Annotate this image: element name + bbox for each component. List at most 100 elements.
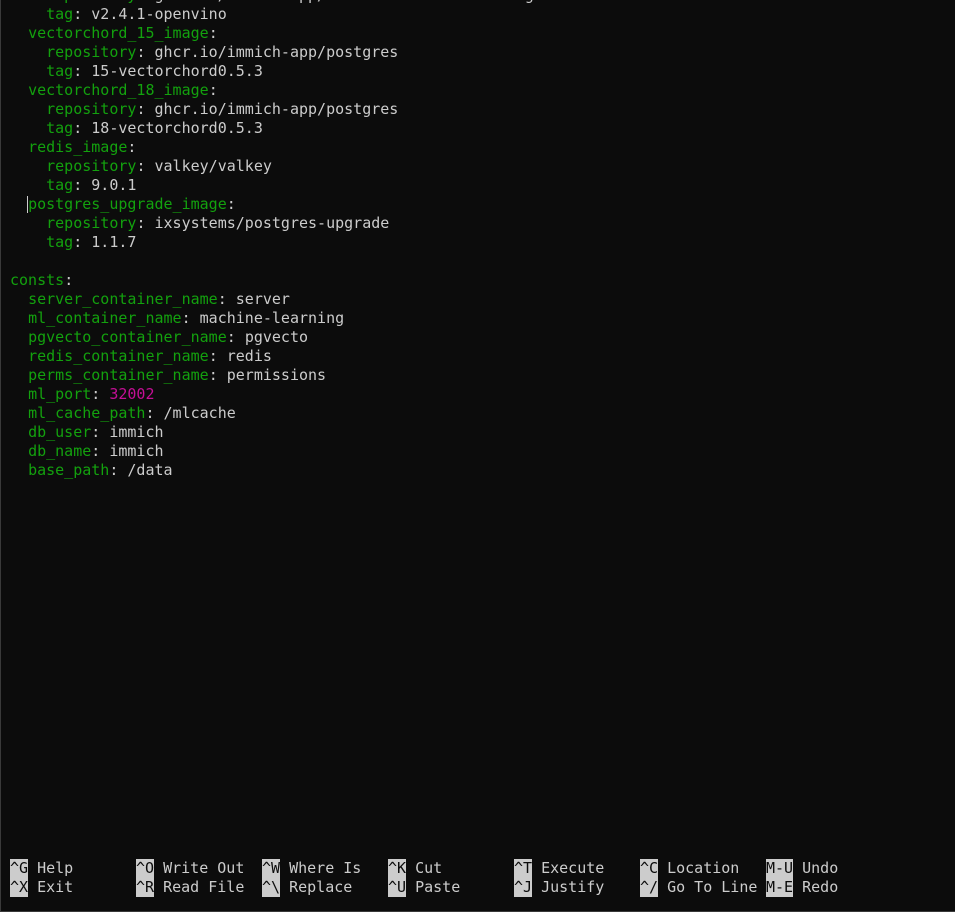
- editor-line: tag: 1.1.7: [10, 233, 955, 252]
- yaml-value: ixsystems/postgres-upgrade: [154, 214, 390, 232]
- yaml-separator: :: [181, 309, 200, 327]
- yaml-value: permissions: [226, 366, 327, 384]
- editor-line: perms_container_name: permissions: [10, 366, 955, 385]
- editor-line: redis_image:: [10, 138, 955, 157]
- yaml-separator: :: [91, 442, 110, 460]
- shortcut-key: ^U: [388, 878, 407, 897]
- yaml-value: /mlcache: [163, 404, 236, 422]
- editor-line: tag: 9.0.1: [10, 176, 955, 195]
- yaml-separator: :: [91, 385, 110, 403]
- shortcut-go-to-line[interactable]: ^/ Go To Line: [640, 878, 766, 897]
- yaml-key: server_container_name: [28, 290, 218, 308]
- shortcut-label: Cut: [406, 859, 443, 877]
- shortcut-row-1: ^G Help ^O Write Out ^W Where Is ^K Cut ^T E…: [10, 859, 892, 878]
- yaml-separator: :: [73, 5, 92, 23]
- yaml-key: redis_container_name: [28, 347, 209, 365]
- yaml-key: ml_container_name: [28, 309, 182, 327]
- yaml-key: ml_port: [28, 385, 92, 403]
- yaml-separator: :: [73, 233, 92, 251]
- shortcut-label: Justify: [532, 878, 605, 896]
- editor-line: postgres_upgrade_image:: [10, 195, 955, 214]
- yaml-key: perms_container_name: [28, 366, 209, 384]
- yaml-value: immich: [109, 442, 164, 460]
- yaml-key: vectorchord_18_image: [28, 81, 209, 99]
- yaml-value: /data: [127, 461, 173, 479]
- editor-line: vectorchord_15_image:: [10, 24, 955, 43]
- yaml-separator: :: [226, 195, 236, 213]
- editor-line: ml_cache_path: /mlcache: [10, 404, 955, 423]
- shortcut-row-2: ^X Exit ^R Read File ^\ Replace ^U Paste ^J …: [10, 878, 892, 897]
- shortcut-justify[interactable]: ^J Justify: [514, 878, 640, 897]
- yaml-value: immich: [109, 423, 164, 441]
- yaml-key: vectorchord_15_image: [28, 24, 209, 42]
- shortcut-paste[interactable]: ^U Paste: [388, 878, 514, 897]
- shortcut-key: ^J: [514, 878, 533, 897]
- shortcut-cut[interactable]: ^K Cut: [388, 859, 514, 878]
- shortcut-key: ^R: [136, 878, 155, 897]
- editor-line: tag: v2.4.1-openvino: [10, 5, 955, 24]
- editor-line: server_container_name: server: [10, 290, 955, 309]
- editor-line: tag: 15-vectorchord0.5.3: [10, 62, 955, 81]
- yaml-separator: :: [226, 328, 245, 346]
- yaml-value: 18-vectorchord0.5.3: [91, 119, 263, 137]
- shortcut-read-file[interactable]: ^R Read File: [136, 878, 262, 897]
- yaml-key: redis_image: [28, 138, 128, 156]
- yaml-separator: :: [73, 176, 92, 194]
- yaml-key: repository: [46, 100, 137, 118]
- shortcut-execute[interactable]: ^T Execute: [514, 859, 640, 878]
- yaml-key: repository: [46, 43, 137, 61]
- yaml-separator: :: [208, 24, 218, 42]
- nano-editor-buffer[interactable]: repository: ghcr.io/immich-app/immich-ma…: [10, 0, 955, 480]
- shortcut-redo[interactable]: M-E Redo: [766, 878, 892, 897]
- shortcut-label: Location: [658, 859, 740, 877]
- shortcut-location[interactable]: ^C Location: [640, 859, 766, 878]
- shortcut-label: Where Is: [280, 859, 362, 877]
- yaml-key: tag: [46, 176, 74, 194]
- yaml-value: ghcr.io/immich-app/immich-machine-learni…: [155, 0, 534, 4]
- terminal-window: repository: ghcr.io/immich-app/immich-ma…: [0, 0, 955, 912]
- shortcut-help[interactable]: ^G Help: [10, 859, 136, 878]
- yaml-key: repository: [46, 157, 137, 175]
- yaml-value: 1.1.7: [91, 233, 137, 251]
- yaml-value: ghcr.io/immich-app/postgres: [154, 43, 399, 61]
- yaml-separator: :: [208, 81, 218, 99]
- yaml-key: base_path: [28, 461, 110, 479]
- shortcut-replace[interactable]: ^\ Replace: [262, 878, 388, 897]
- yaml-separator: :: [208, 366, 227, 384]
- shortcut-where-is[interactable]: ^W Where Is: [262, 859, 388, 878]
- editor-line: tag: 18-vectorchord0.5.3: [10, 119, 955, 138]
- yaml-separator: :: [136, 214, 155, 232]
- editor-line: ml_container_name: machine-learning: [10, 309, 955, 328]
- shortcut-key: M-U: [766, 859, 794, 878]
- shortcut-write-out[interactable]: ^O Write Out: [136, 859, 262, 878]
- shortcut-undo[interactable]: M-U Undo: [766, 859, 892, 878]
- yaml-key: repository: [46, 0, 136, 4]
- yaml-key: tag: [46, 119, 74, 137]
- shortcut-key: ^X: [10, 878, 29, 897]
- yaml-value: 32002: [109, 385, 155, 403]
- shortcut-exit[interactable]: ^X Exit: [10, 878, 136, 897]
- yaml-value: server: [235, 290, 290, 308]
- shortcut-label: Help: [28, 859, 74, 877]
- yaml-separator: :: [145, 404, 164, 422]
- shortcut-label: Redo: [793, 878, 839, 896]
- yaml-key: ml_cache_path: [28, 404, 146, 422]
- shortcut-key: ^W: [262, 859, 281, 878]
- yaml-separator: :: [136, 100, 155, 118]
